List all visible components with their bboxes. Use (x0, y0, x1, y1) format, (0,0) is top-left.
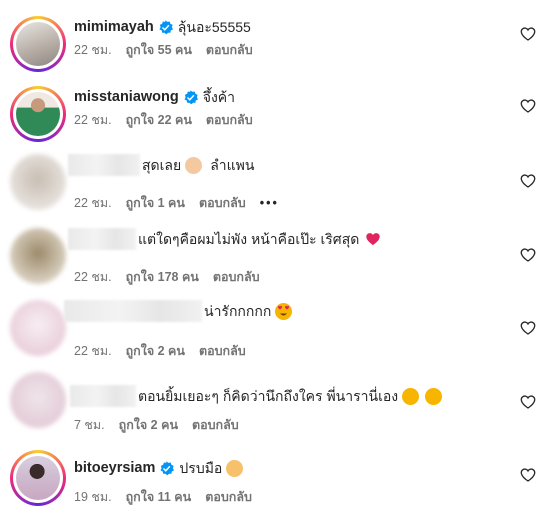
reply-button[interactable]: ตอบกลับ (192, 416, 239, 434)
avatar[interactable] (10, 372, 66, 428)
comment-item: bitoeyrsiam ปรบมือ 19 ชม. ถูกใจ 11 คน ตอ… (0, 450, 544, 524)
avatar[interactable] (10, 86, 66, 142)
heart-outline-icon[interactable] (520, 26, 536, 42)
avatar[interactable] (10, 300, 66, 356)
comment-text: น่ารักกกกก (204, 303, 272, 319)
comment-text: ลุ้นอะ55555 (177, 19, 251, 35)
comment-text: จึ้งค้า (202, 89, 236, 105)
comment-time: 7 ชม. (74, 418, 105, 432)
comment-time: 22 ชม. (74, 344, 112, 358)
verified-badge-icon (183, 89, 198, 105)
clapping-hands-emoji (185, 156, 203, 174)
comment-item: mimimayah ลุ้นอะ55555 22 ชม. ถูกใจ 55 คน… (0, 16, 544, 90)
comment-item: misstaniawong จึ้งค้า 22 ชม. ถูกใจ 22 คน… (0, 86, 544, 160)
comment-time: 22 ชม. (74, 270, 112, 284)
redacted-username (70, 385, 136, 407)
clapping-hands-emoji (226, 459, 244, 477)
comment-text: แต่ใดๆคือผมไม่พัง หน้าคือเป๊ะ เริศสุด (138, 231, 360, 247)
heart-outline-icon[interactable] (520, 467, 536, 483)
red-heart-emoji (366, 233, 381, 245)
comment-time: 22 ชม. (74, 196, 112, 210)
like-count[interactable]: ถูกใจ 1 คน (126, 194, 185, 212)
verified-badge-icon (158, 19, 173, 35)
like-count[interactable]: ถูกใจ 22 คน (126, 111, 192, 129)
heart-eyes-emoji (275, 302, 293, 320)
redacted-username (68, 154, 140, 176)
comment-time: 22 ชม. (74, 113, 112, 127)
reply-button[interactable]: ตอบกลับ (206, 111, 253, 129)
comment-item: แต่ใดๆคือผมไม่พัง หน้าคือเป๊ะ เริศสุด 22… (0, 228, 544, 302)
grinning-sweat-emoji-2 (425, 387, 443, 405)
heart-outline-icon[interactable] (520, 247, 536, 263)
reply-button[interactable]: ตอบกลับ (199, 342, 246, 360)
redacted-username (68, 228, 136, 250)
heart-outline-icon[interactable] (520, 394, 536, 410)
avatar[interactable] (10, 16, 66, 72)
comment-item: น่ารักกกกก 22 ชม. ถูกใจ 2 คน ตอบกลับ (0, 300, 544, 374)
verified-badge-icon (159, 460, 175, 476)
like-count[interactable]: ถูกใจ 178 คน (126, 268, 199, 286)
more-options-icon[interactable]: ••• (260, 194, 279, 212)
grinning-sweat-emoji (402, 387, 420, 405)
like-count[interactable]: ถูกใจ 55 คน (126, 41, 192, 59)
like-count[interactable]: ถูกใจ 2 คน (126, 342, 185, 360)
redacted-username (64, 300, 202, 322)
heart-outline-icon[interactable] (520, 173, 536, 189)
avatar[interactable] (10, 228, 66, 284)
avatar[interactable] (10, 154, 66, 210)
comment-username[interactable]: misstaniawong (74, 86, 179, 108)
heart-outline-icon[interactable] (520, 98, 536, 114)
avatar[interactable] (10, 450, 66, 506)
comment-text: สุดเลย (142, 157, 182, 173)
comment-text: ตอนยิ้มเยอะๆ ก็คิดว่านึกถึงใคร พี่นารานี… (138, 388, 399, 404)
comment-text: ปรบมือ (179, 460, 223, 476)
reply-button[interactable]: ตอบกลับ (199, 194, 246, 212)
like-count[interactable]: ถูกใจ 2 คน (119, 416, 178, 434)
like-count[interactable]: ถูกใจ 11 คน (126, 488, 192, 506)
heart-outline-icon[interactable] (520, 320, 536, 336)
comment-item: ตอนยิ้มเยอะๆ ก็คิดว่านึกถึงใคร พี่นารานี… (0, 372, 544, 446)
reply-button[interactable]: ตอบกลับ (205, 488, 252, 506)
comment-text-2: ลำแพน (210, 157, 255, 173)
comment-time: 19 ชม. (74, 490, 112, 504)
reply-button[interactable]: ตอบกลับ (206, 41, 253, 59)
comment-username[interactable]: mimimayah (74, 16, 154, 38)
reply-button[interactable]: ตอบกลับ (213, 268, 260, 286)
comment-username[interactable]: bitoeyrsiam (74, 457, 155, 479)
comment-item: สุดเลย ลำแพน 22 ชม. ถูกใจ 1 คน ตอบกลับ •… (0, 154, 544, 228)
comment-time: 22 ชม. (74, 43, 112, 57)
